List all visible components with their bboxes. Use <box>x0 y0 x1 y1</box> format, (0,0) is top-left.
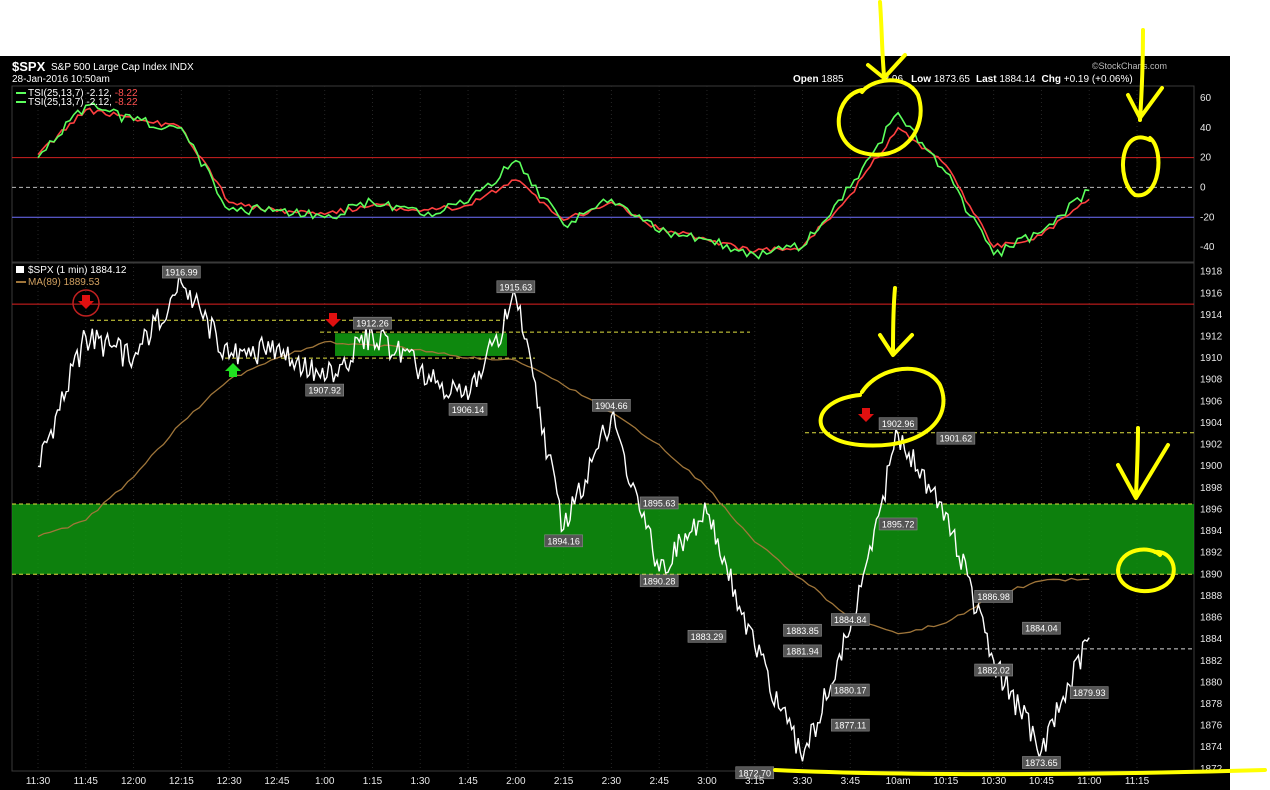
x-tick: 10am <box>886 776 911 787</box>
tsi-y-tick: 40 <box>1200 123 1212 134</box>
x-tick: 12:30 <box>217 776 242 787</box>
price-label: 1901.62 <box>940 434 973 444</box>
price-y-tick: 1880 <box>1200 677 1223 688</box>
price-label: 1902.96 <box>882 419 915 429</box>
price-y-tick: 1888 <box>1200 591 1223 602</box>
tsi-y-tick: 0 <box>1200 182 1206 193</box>
price-y-tick: 1914 <box>1200 310 1223 321</box>
x-tick: 11:00 <box>1077 776 1102 787</box>
price-label: 1912.26 <box>356 319 389 329</box>
price-y-tick: 1874 <box>1200 742 1223 753</box>
price-y-tick: 1906 <box>1200 396 1223 407</box>
price-label: 1907.92 <box>308 386 341 396</box>
price-label: 1882.02 <box>977 666 1010 676</box>
stock-chart: $SPX S&P 500 Large Cap Index INDX 28-Jan… <box>0 0 1270 790</box>
price-y-tick: 1900 <box>1200 461 1223 472</box>
price-y-tick: 1912 <box>1200 331 1223 342</box>
x-tick: 3:30 <box>793 776 813 787</box>
price-label: 1883.29 <box>691 632 724 642</box>
price-y-tick: 1916 <box>1200 288 1223 299</box>
ma-legend: MA(89) 1889.53 <box>28 277 100 288</box>
x-tick: 3:00 <box>697 776 717 787</box>
x-tick: 11:30 <box>26 776 51 787</box>
tsi-y-tick: 60 <box>1200 93 1212 104</box>
x-tick: 2:00 <box>506 776 526 787</box>
x-tick: 11:45 <box>74 776 99 787</box>
x-tick: 10:45 <box>1029 776 1054 787</box>
price-y-tick: 1878 <box>1200 699 1223 710</box>
price-label: 1916.99 <box>165 268 198 278</box>
x-tick: 1:45 <box>458 776 478 787</box>
top-margin <box>0 0 1270 56</box>
x-tick: 12:00 <box>121 776 146 787</box>
x-tick: 3:15 <box>745 776 765 787</box>
x-tick: 12:15 <box>169 776 194 787</box>
price-label: 1906.14 <box>452 405 485 415</box>
price-y-tick: 1902 <box>1200 440 1223 451</box>
price-y-tick: 1892 <box>1200 548 1223 559</box>
symbol-label: $SPX <box>12 59 46 74</box>
price-y-tick: 1908 <box>1200 375 1223 386</box>
price-legend-swatch <box>16 266 24 273</box>
x-tick: 1:00 <box>315 776 335 787</box>
x-tick: 2:15 <box>554 776 574 787</box>
x-tick: 11:15 <box>1125 776 1150 787</box>
annotation-arrow-shaft <box>1134 426 1140 497</box>
support-zone <box>12 504 1194 575</box>
price-label: 1881.94 <box>786 646 819 656</box>
price-label: 1884.04 <box>1025 624 1058 634</box>
tsi-legend: TSI(25,13,7) -2.12, -8.22 TSI(25,13,7) -… <box>16 88 138 108</box>
x-tick: 1:15 <box>363 776 383 787</box>
tsi-y-tick: -20 <box>1200 212 1215 223</box>
price-y-tick: 1904 <box>1200 418 1223 429</box>
price-y-tick: 1876 <box>1200 721 1223 732</box>
price-label: 1895.63 <box>643 498 676 508</box>
price-label: 1879.93 <box>1073 688 1106 698</box>
annotation-arrow-shaft <box>891 286 897 352</box>
price-label: 1884.84 <box>834 615 867 625</box>
tsi-legend-2: TSI(25,13,7) -2.12, -8.22 <box>28 97 138 108</box>
price-label: 1873.65 <box>1025 758 1058 768</box>
price-y-tick: 1882 <box>1200 656 1223 667</box>
x-tick: 10:30 <box>981 776 1006 787</box>
price-y-tick: 1898 <box>1200 483 1223 494</box>
tsi-y-tick: -40 <box>1200 242 1215 253</box>
price-label: 1886.98 <box>977 592 1010 602</box>
x-tick: 1:30 <box>411 776 431 787</box>
price-y-tick: 1918 <box>1200 267 1223 278</box>
price-label: 1883.85 <box>786 626 819 636</box>
x-tick: 10:15 <box>933 776 958 787</box>
price-y-tick: 1894 <box>1200 526 1223 537</box>
price-label: 1894.16 <box>547 536 580 546</box>
watermark: ©StockCharts.com <box>1092 61 1167 71</box>
tsi-y-tick: 20 <box>1200 153 1212 164</box>
x-tick: 2:30 <box>602 776 622 787</box>
x-tick: 12:45 <box>264 776 289 787</box>
price-y-tick: 1884 <box>1200 634 1223 645</box>
price-label: 1880.17 <box>834 686 867 696</box>
x-tick: 3:45 <box>841 776 861 787</box>
datetime-label: 28-Jan-2016 10:50am <box>12 74 110 85</box>
price-label: 1904.66 <box>595 401 628 411</box>
price-legend: $SPX (1 min) 1884.12 <box>28 265 127 276</box>
price-label: 1895.72 <box>882 519 915 529</box>
price-y-tick: 1910 <box>1200 353 1223 364</box>
index-name: S&P 500 Large Cap Index INDX <box>51 62 194 73</box>
price-label: 1877.11 <box>834 721 866 731</box>
price-y-tick: 1886 <box>1200 613 1223 624</box>
price-y-tick: 1890 <box>1200 569 1223 580</box>
price-y-tick: 1896 <box>1200 504 1223 515</box>
price-label: 1890.28 <box>643 576 676 586</box>
x-tick: 2:45 <box>649 776 669 787</box>
price-label: 1915.63 <box>500 282 533 292</box>
